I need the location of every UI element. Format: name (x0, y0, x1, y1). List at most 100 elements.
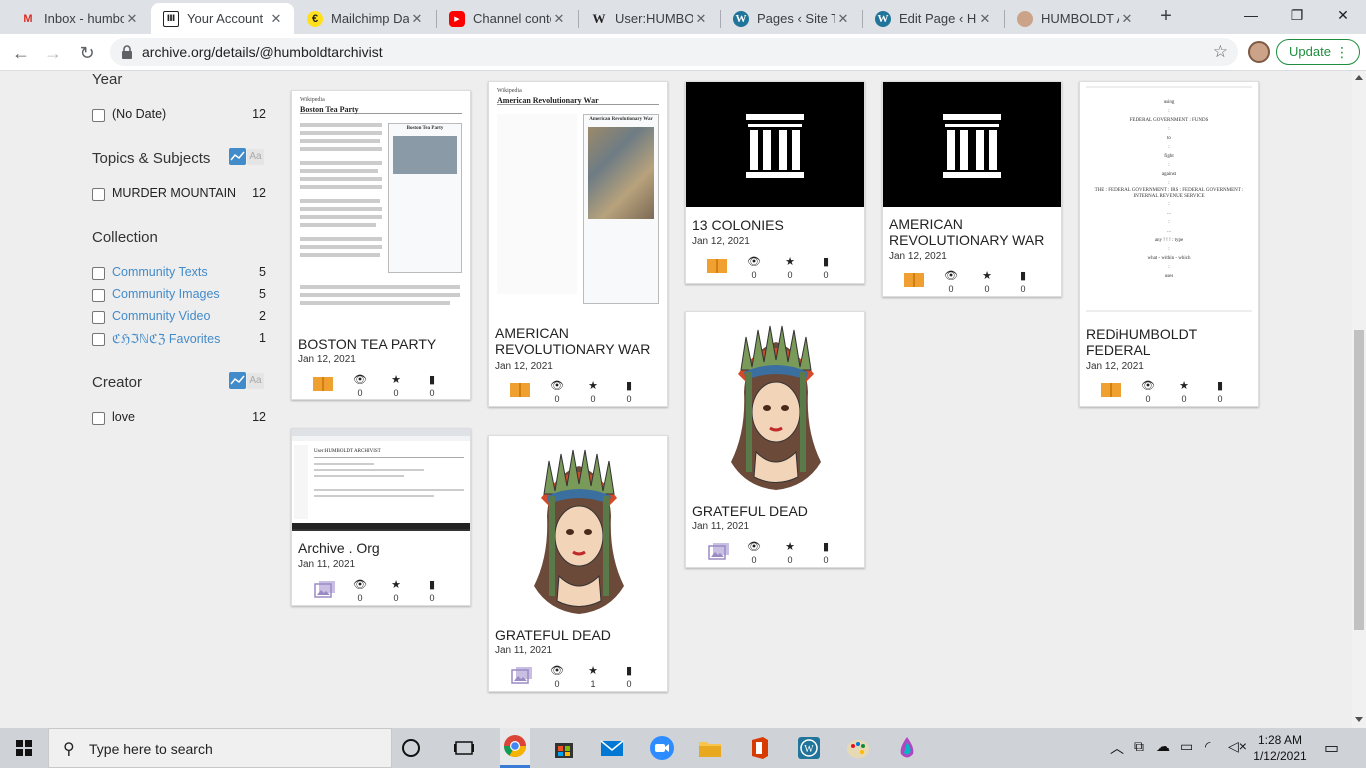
facet-item[interactable]: Community Texts 5 (92, 263, 266, 281)
text-line (314, 463, 374, 465)
facet-link[interactable]: Community Images (112, 287, 220, 301)
checkbox[interactable] (92, 109, 105, 122)
facet-item[interactable]: (No Date) 12 (92, 105, 266, 123)
item-title[interactable]: GRATEFUL DEAD (495, 627, 665, 643)
forward-arrow-icon[interactable]: → (40, 40, 66, 66)
facet-item[interactable]: ℭℌℑℕℭℨ Favorites 1 (92, 329, 266, 347)
item-title[interactable]: AMERICAN REVOLUTIONARY WAR (889, 216, 1059, 248)
new-tab-button[interactable]: + (1156, 6, 1176, 26)
tab-wikipedia-user[interactable]: W User:HUMBOL ✕ (579, 3, 719, 34)
battery-icon[interactable]: ▭ (1180, 738, 1193, 755)
profile-avatar[interactable] (1248, 41, 1270, 63)
bookmark-star-icon[interactable]: ☆ (1213, 42, 1228, 62)
close-window-button[interactable]: ✕ (1320, 0, 1366, 30)
paint3d-icon[interactable] (893, 734, 921, 762)
chart-icon[interactable] (229, 148, 246, 165)
facet-item[interactable]: love 12 (92, 408, 266, 426)
item-title[interactable]: 13 COLONIES (692, 217, 862, 233)
item-card[interactable]: GRATEFUL DEAD Jan 11, 2021 👁 0 ★ 1 ▮ 0 (488, 435, 668, 692)
item-card[interactable]: AMERICAN REVOLUTIONARY WAR Jan 12, 2021 … (882, 81, 1062, 297)
item-thumbnail[interactable] (686, 82, 864, 207)
maximize-button[interactable]: ❐ (1274, 0, 1320, 30)
close-tab-icon[interactable]: ✕ (268, 11, 284, 27)
wifi-icon[interactable]: ◜ (1205, 738, 1210, 755)
item-title[interactable]: Archive . Org (298, 540, 468, 556)
file-explorer-icon[interactable] (696, 734, 724, 762)
close-tab-icon[interactable]: ✕ (835, 11, 851, 27)
tab-humboldt[interactable]: HUMBOLDT AI ✕ (1005, 3, 1145, 34)
facet-link[interactable]: ℭℌℑℕℭℨ Favorites (112, 331, 220, 346)
back-arrow-icon[interactable]: ← (8, 40, 34, 66)
checkbox[interactable] (92, 311, 105, 324)
page-scrollbar[interactable] (1352, 71, 1366, 728)
volume-icon[interactable]: ◁× (1228, 738, 1247, 755)
item-thumbnail[interactable]: using : FEDERAL GOVERNMENT : FUNDS : to … (1080, 82, 1258, 318)
tab-mailchimp[interactable]: € Mailchimp Das ✕ (295, 3, 435, 34)
tab-your-account[interactable]: Ⅲ Your Account ✕ (151, 3, 294, 34)
scrollbar-thumb[interactable] (1354, 330, 1364, 630)
address-bar[interactable]: archive.org/details/@humboldtarchivist ☆ (110, 38, 1238, 66)
item-thumbnail[interactable] (883, 82, 1061, 207)
checkbox[interactable] (92, 289, 105, 302)
facet-link[interactable]: Community Texts (112, 265, 208, 279)
minimize-button[interactable]: — (1228, 0, 1274, 30)
close-tab-icon[interactable]: ✕ (551, 11, 567, 27)
close-tab-icon[interactable]: ✕ (1119, 11, 1135, 27)
facet-link[interactable]: Community Video (112, 309, 210, 323)
close-tab-icon[interactable]: ✕ (124, 11, 140, 27)
item-thumbnail[interactable]: Wikipedia Boston Tea Party Boston Tea Pa… (292, 91, 470, 327)
update-button[interactable]: Update ⋮ (1276, 39, 1360, 65)
tab-wp-pages[interactable]: W Pages ‹ Site Tit ✕ (721, 3, 861, 34)
item-card[interactable]: Wikipedia American Revolutionary War Ame… (488, 81, 668, 407)
item-card[interactable]: GRATEFUL DEAD Jan 11, 2021 👁 0 ★ 0 ▮ 0 (685, 311, 865, 568)
facet-item[interactable]: Community Video 2 (92, 307, 266, 325)
cortana-icon[interactable] (402, 739, 420, 757)
chrome-taskbar-button[interactable] (500, 728, 530, 768)
facet-item[interactable]: Community Images 5 (92, 285, 266, 303)
item-card[interactable]: User:HUMBOLDT ARCHIVIST Archive . Org Ja… (291, 428, 471, 606)
show-hidden-icons-icon[interactable]: ︿ (1110, 738, 1124, 758)
wordpress-app-icon[interactable]: W (795, 734, 823, 762)
alpha-sort-button[interactable]: Aa (247, 149, 264, 165)
office-icon[interactable] (746, 734, 774, 762)
checkbox[interactable] (92, 188, 105, 201)
item-thumbnail[interactable]: Wikipedia American Revolutionary War Ame… (489, 82, 667, 318)
onedrive-icon[interactable]: ☁ (1156, 738, 1170, 755)
alpha-sort-button[interactable]: Aa (247, 373, 264, 389)
item-title[interactable]: AMERICAN REVOLUTIONARY WAR (495, 325, 665, 357)
item-title[interactable]: GRATEFUL DEAD (692, 503, 862, 519)
item-title[interactable]: REDiHUMBOLDT FEDERAL (1086, 326, 1256, 358)
item-title[interactable]: BOSTON TEA PARTY (298, 336, 468, 352)
chart-icon[interactable] (229, 372, 246, 389)
zoom-icon[interactable] (648, 734, 676, 762)
checkbox[interactable] (92, 333, 105, 346)
mail-icon[interactable] (598, 734, 626, 762)
start-button[interactable] (0, 728, 48, 768)
item-card[interactable]: Wikipedia Boston Tea Party Boston Tea Pa… (291, 90, 471, 400)
scroll-down-icon[interactable] (1355, 717, 1363, 722)
item-card[interactable]: 13 COLONIES Jan 12, 2021 👁 0 ★ 0 ▮ 0 (685, 81, 865, 284)
meet-now-icon[interactable]: ⧉ (1134, 738, 1144, 755)
item-thumbnail[interactable] (686, 312, 864, 494)
taskbar-search-box[interactable]: ⚲ Type here to search (48, 728, 392, 768)
scroll-up-icon[interactable] (1355, 75, 1363, 80)
reload-icon[interactable]: ↻ (74, 40, 100, 66)
favorites-stat: ★ 0 (386, 578, 406, 604)
item-thumbnail[interactable]: User:HUMBOLDT ARCHIVIST (292, 429, 470, 531)
facet-item[interactable]: MURDER MOUNTAIN 12 (92, 184, 266, 202)
close-tab-icon[interactable]: ✕ (693, 11, 709, 27)
notification-icon[interactable]: ▭ (1324, 738, 1339, 758)
tab-youtube[interactable]: ▶ Channel conte ✕ (437, 3, 577, 34)
tab-gmail[interactable]: M Inbox - humbo ✕ (8, 3, 150, 34)
checkbox[interactable] (92, 412, 105, 425)
item-thumbnail[interactable] (489, 436, 667, 618)
close-tab-icon[interactable]: ✕ (977, 11, 993, 27)
item-card[interactable]: using : FEDERAL GOVERNMENT : FUNDS : to … (1079, 81, 1259, 407)
close-tab-icon[interactable]: ✕ (409, 11, 425, 27)
checkbox[interactable] (92, 267, 105, 280)
store-icon[interactable] (550, 734, 578, 762)
system-clock[interactable]: 1:28 AM 1/12/2021 (1250, 732, 1310, 764)
paint-icon[interactable] (844, 734, 872, 762)
task-view-icon[interactable] (450, 734, 478, 762)
tab-wp-edit[interactable]: W Edit Page ‹ HU ✕ (863, 3, 1003, 34)
